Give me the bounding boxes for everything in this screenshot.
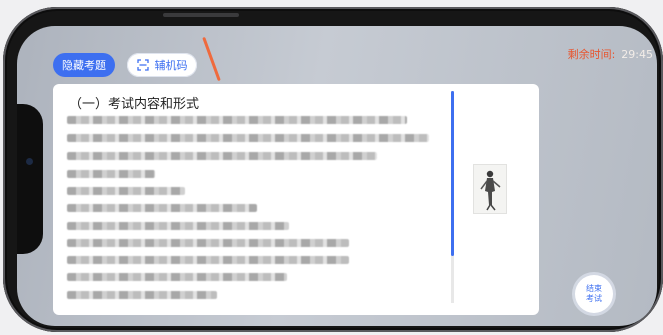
camera-icon [26,158,33,165]
screen-mark [202,36,221,82]
volume-button [163,13,239,17]
section-title: （一）考试内容和形式 [69,97,200,112]
question-card: （一）考试内容和形式 [53,84,539,315]
blurred-text-line [67,256,349,264]
scrollbar-thumb[interactable] [451,91,454,256]
blurred-text-line [67,134,429,142]
end-exam-button[interactable]: 结束 考试 [575,275,613,313]
blurred-text-line [67,273,287,281]
figure-image[interactable] [473,164,507,214]
blurred-text-line [67,187,185,195]
blurred-text-line [67,222,289,230]
remaining-time-label: 剩余时间: [567,48,616,61]
blurred-text-line [67,291,217,299]
blurred-text-line [67,239,349,247]
aux-code-button[interactable]: 辅机码 [127,53,197,77]
blurred-text-line [67,170,155,178]
blurred-text-line [67,204,257,212]
blurred-text-line [67,152,377,160]
hide-questions-button[interactable]: 隐藏考题 [53,53,115,77]
end-exam-label-line2: 考试 [586,294,602,303]
remaining-time-value: 29:45 [621,48,653,61]
phone-frame: 隐藏考题 辅机码 剩余时间: 29:45 （一）考试内容和形式 结束 考试 [3,7,663,332]
exam-screen: 隐藏考题 辅机码 剩余时间: 29:45 （一）考试内容和形式 结束 考试 [17,26,657,326]
scan-icon [136,59,149,71]
phone-notch [17,104,43,254]
blurred-text-line [67,116,407,124]
hide-questions-label: 隐藏考题 [62,59,106,72]
aux-code-label: 辅机码 [154,59,188,72]
end-exam-label-line1: 结束 [586,284,602,293]
remaining-time: 剩余时间: 29:45 [568,46,653,62]
